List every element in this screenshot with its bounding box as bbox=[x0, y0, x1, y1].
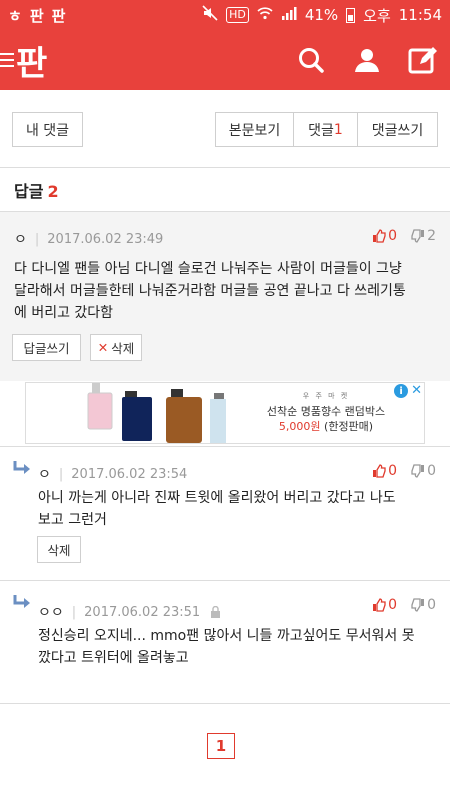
app-header: 판 bbox=[0, 30, 450, 90]
write-comment-button[interactable]: 댓글쓰기 bbox=[358, 113, 437, 146]
comment-date: 2017.06.02 23:54 bbox=[71, 466, 188, 482]
app-notification-icon: 판 bbox=[51, 6, 66, 25]
battery-icon bbox=[346, 7, 356, 23]
comments-tab[interactable]: 댓글 1 bbox=[294, 113, 358, 146]
downvote-button[interactable]: 0 bbox=[411, 597, 436, 613]
view-post-button[interactable]: 본문보기 bbox=[216, 113, 294, 146]
ad-controls: i ✕ bbox=[394, 384, 422, 398]
comment-text: 아니 까는게 아니라 진짜 트윗에 올리왔어 버리고 갔다고 나도 보고 그런거 bbox=[38, 490, 396, 528]
downvote-button[interactable]: 0 bbox=[411, 463, 436, 479]
downvote-button[interactable]: 2 bbox=[411, 228, 436, 244]
ad-headline: 선착순 명품향수 랜덤박스 bbox=[266, 405, 386, 418]
thumbs-up-icon bbox=[373, 464, 386, 478]
comment-text: 정신승리 오지네... mmo팬 많아서 니들 까고싶어도 무서워서 못 깠다고… bbox=[38, 628, 415, 666]
comment-votes: 0 0 bbox=[372, 597, 436, 613]
downvote-count: 0 bbox=[427, 597, 436, 613]
ad-suffix: (한정판매) bbox=[320, 420, 374, 433]
downvote-count: 2 bbox=[427, 228, 436, 244]
comment-author: ㅇ bbox=[14, 232, 27, 248]
comments-label: 댓글 bbox=[308, 122, 334, 139]
clock-ampm: 오후 bbox=[363, 6, 391, 25]
upvote-button[interactable]: 0 bbox=[372, 228, 397, 244]
comment-text: 다 다니엘 팬들 아님 다니엘 슬로건 나눠주는 사람이 머글들이 그냥 달라해… bbox=[14, 261, 406, 321]
delete-button[interactable]: ✕ 삭제 bbox=[90, 334, 142, 361]
comment-date: 2017.06.02 23:51 bbox=[84, 604, 201, 620]
comment-author: ㅇ bbox=[38, 467, 51, 483]
upvote-count: 0 bbox=[388, 597, 398, 613]
app-notification-icon: 판 bbox=[29, 6, 44, 25]
comment-meta: ㅇ | 2017.06.02 23:54 bbox=[38, 464, 187, 484]
ad-text: 우 주 마 켓 선착순 명품향수 랜덤박스 5,000원 (한정판매) bbox=[236, 389, 416, 434]
battery-percent: 41% bbox=[304, 6, 339, 24]
comment-item: ㅇ | 2017.06.02 23:49 0 2 다 다니엘 팬들 아님 다니엘… bbox=[0, 211, 450, 381]
thumbs-down-icon bbox=[411, 464, 425, 478]
wifi-icon bbox=[257, 6, 273, 24]
upvote-button[interactable]: 0 bbox=[372, 463, 397, 479]
edit-icon[interactable] bbox=[408, 45, 438, 75]
ad-close-icon[interactable]: ✕ bbox=[411, 384, 422, 398]
upvote-button[interactable]: 0 bbox=[372, 597, 397, 613]
thumbs-down-icon bbox=[411, 598, 425, 612]
search-icon[interactable] bbox=[296, 45, 326, 75]
upvote-count: 0 bbox=[388, 228, 398, 244]
reply-arrow-icon bbox=[13, 461, 30, 474]
comment-item: ㅇ | 2017.06.02 23:54 0 0 아니 까는게 아니라 진짜 트… bbox=[0, 446, 450, 580]
reply-arrow-icon bbox=[13, 595, 30, 608]
ad-info-icon[interactable]: i bbox=[394, 384, 409, 398]
comment-item: ㅇㅇ | 2017.06.02 23:51 0 0 정신승리 오지네... mm… bbox=[0, 580, 450, 704]
replies-count: 2 bbox=[47, 182, 59, 201]
app-notification-icon: ㅎ bbox=[8, 6, 22, 25]
status-bar: ㅎ 판 판 HD 41% 오후 11:54 bbox=[0, 0, 450, 30]
perfume-bottles-image bbox=[87, 383, 226, 443]
thumbs-up-icon bbox=[373, 229, 386, 243]
comment-toolbar: 내 댓글 본문보기 댓글 1 댓글쓰기 bbox=[0, 90, 450, 168]
user-icon[interactable] bbox=[352, 45, 382, 75]
ad-price: 5,000원 bbox=[278, 420, 321, 433]
comment-date: 2017.06.02 23:49 bbox=[47, 231, 164, 247]
reply-button[interactable]: 답글쓰기 bbox=[12, 334, 81, 361]
mute-icon bbox=[202, 5, 218, 25]
ad-brand: 우 주 마 켓 bbox=[302, 392, 350, 400]
comment-tabs: 본문보기 댓글 1 댓글쓰기 bbox=[215, 112, 438, 147]
replies-title: 답글 bbox=[14, 182, 44, 201]
app-logo[interactable]: 판 bbox=[16, 36, 47, 85]
menu-icon[interactable] bbox=[0, 53, 14, 67]
comment-votes: 0 2 bbox=[372, 228, 436, 244]
lock-icon bbox=[211, 606, 221, 618]
x-icon: ✕ bbox=[97, 340, 109, 355]
ad-banner[interactable]: 우 주 마 켓 선착순 명품향수 랜덤박스 5,000원 (한정판매) i ✕ bbox=[25, 382, 425, 444]
my-comments-button[interactable]: 내 댓글 bbox=[12, 112, 83, 147]
comment-meta: ㅇㅇ | 2017.06.02 23:51 bbox=[38, 602, 221, 622]
thumbs-up-icon bbox=[373, 598, 386, 612]
comment-author: ㅇㅇ bbox=[38, 605, 64, 621]
comment-meta: ㅇ | 2017.06.02 23:49 bbox=[14, 229, 163, 249]
comment-votes: 0 0 bbox=[372, 463, 436, 479]
hd-badge: HD bbox=[226, 7, 249, 23]
pagination-current-page[interactable]: 1 bbox=[207, 733, 235, 759]
comments-count: 1 bbox=[333, 121, 343, 138]
downvote-count: 0 bbox=[427, 463, 436, 479]
signal-icon bbox=[281, 6, 297, 24]
replies-heading: 답글 2 bbox=[14, 178, 59, 202]
divider bbox=[0, 167, 450, 168]
delete-button[interactable]: 삭제 bbox=[37, 536, 81, 563]
thumbs-down-icon bbox=[411, 229, 425, 243]
upvote-count: 0 bbox=[388, 463, 398, 479]
clock-time: 11:54 bbox=[398, 6, 442, 24]
